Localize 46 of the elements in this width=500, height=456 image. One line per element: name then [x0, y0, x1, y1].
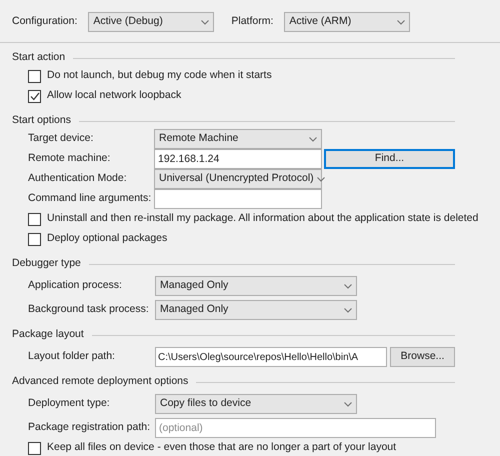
dropdown[interactable]: Active (Debug) [88, 12, 214, 32]
checkbox-label: Keep all files on device - even those that are no longer a part of your layout [47, 440, 396, 456]
chevron-icon [309, 136, 317, 142]
chevron-icon [344, 402, 352, 406]
checkbox-label: Do not launch, but debug my code when it starts [47, 68, 272, 84]
checkbox[interactable] [28, 442, 41, 454]
dropdown[interactable]: Universal (Unencrypted Protocol) [154, 169, 322, 189]
checkbox-label: Uninstall and then re-install my package. All information about the application state is deleted [47, 211, 478, 226]
chevron-icon [201, 20, 210, 24]
checkbox[interactable] [28, 232, 41, 246]
field-label: Target device: [28, 131, 94, 146]
input-field[interactable] [154, 189, 322, 209]
section-title: Debugger type [12, 256, 81, 272]
chevron-icon [344, 308, 352, 312]
chevron-icon [344, 284, 352, 288]
field-label: Layout folder path: [28, 349, 116, 364]
chevron-icon [397, 20, 406, 24]
input-field[interactable]: (optional) [155, 418, 436, 438]
dropdown[interactable]: Copy files to device [155, 394, 357, 414]
section-title: Advanced remote deployment options [12, 374, 188, 390]
button[interactable]: Browse... [390, 347, 455, 367]
field-label: Application process: [28, 278, 123, 294]
field-label: Remote machine: [28, 151, 112, 166]
dropdown[interactable]: Remote Machine [154, 129, 322, 149]
dropdown[interactable]: Managed Only [155, 276, 357, 296]
checkbox[interactable] [28, 212, 41, 226]
checkbox-label: Deploy optional packages [47, 231, 168, 246]
field-label: Command line arguments: [28, 191, 152, 206]
checkbox-label: Allow local network loopback [47, 88, 182, 104]
field-label: Authentication Mode: [28, 171, 128, 186]
section-title: Start options [12, 113, 71, 128]
field-label: Platform: [231, 14, 274, 30]
input-field[interactable]: C:\Users\Oleg\source\repos\Hello\Hello\bin\A [155, 347, 388, 367]
input-field[interactable]: 192.168.1.24 [154, 149, 322, 169]
chevron-icon [316, 176, 325, 182]
field-label: Background task process: [28, 302, 150, 318]
field-label: Deployment type: [28, 396, 111, 412]
dropdown[interactable]: Active (ARM) [284, 12, 410, 32]
field-label: Configuration: [12, 14, 78, 30]
button[interactable]: Find... [324, 149, 455, 169]
dropdown[interactable]: Managed Only [155, 300, 357, 320]
field-label: Package registration path: [28, 420, 151, 436]
checkbox[interactable] [28, 70, 41, 82]
checkbox[interactable] [28, 90, 41, 102]
section-title: Package layout [12, 327, 84, 342]
section-title: Start action [12, 50, 66, 66]
